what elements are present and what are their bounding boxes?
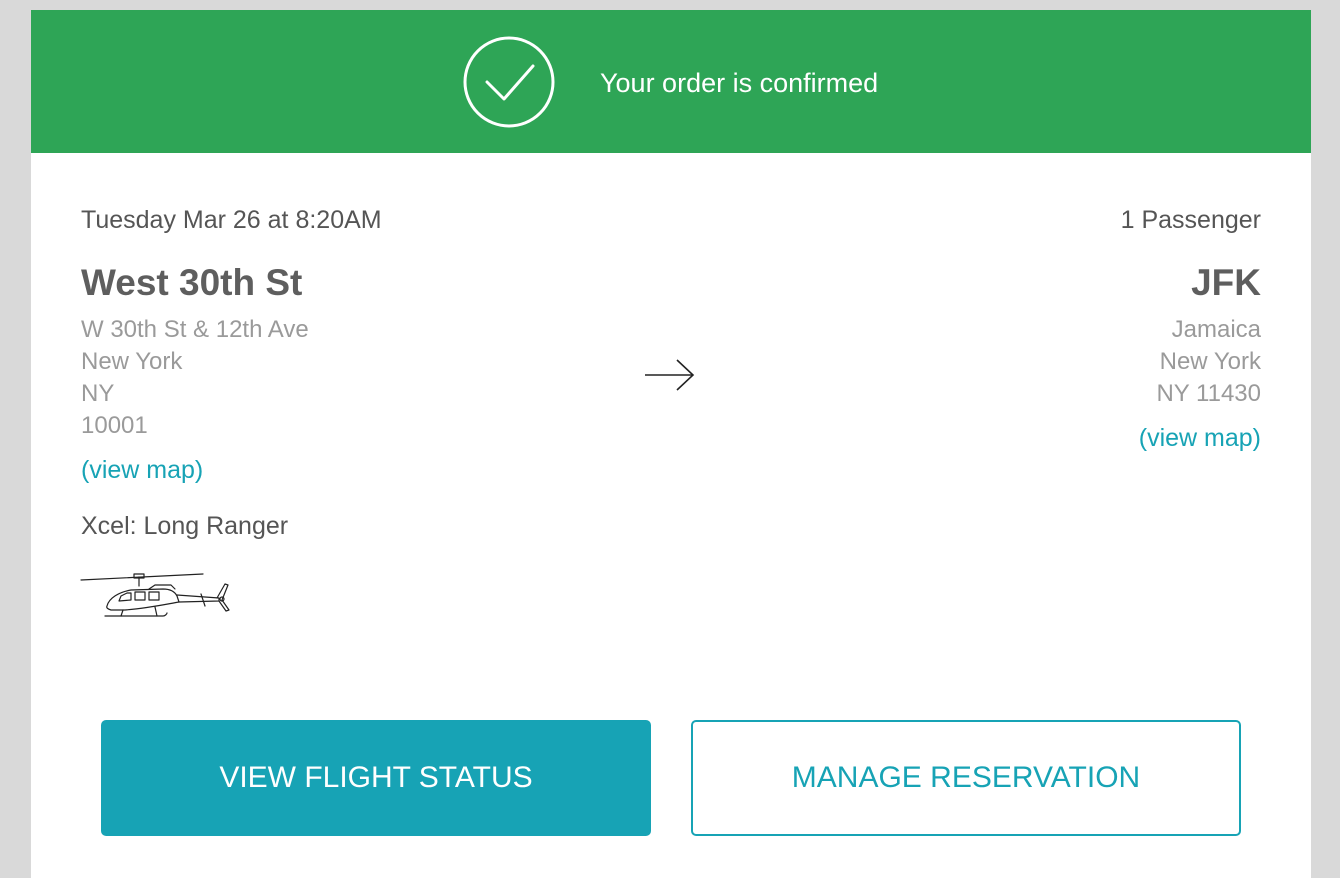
view-flight-status-button[interactable]: VIEW FLIGHT STATUS (101, 720, 651, 836)
destination-address-line: New York (1159, 348, 1261, 375)
right-arrow-icon (645, 359, 695, 391)
passenger-count: 1 Passenger (1120, 206, 1261, 234)
origin-address-line: NY (81, 380, 115, 407)
origin-address-line: 10001 (81, 412, 148, 439)
helicopter-icon (80, 573, 230, 617)
destination-address-line: Jamaica (1171, 316, 1261, 343)
destination-location: JFK Jamaica New York NY 11430 (view map) (841, 260, 1261, 454)
origin-address-line: New York (81, 348, 183, 375)
confirmation-banner: Your order is confirmed (31, 10, 1311, 153)
confirmation-message: Your order is confirmed (600, 68, 879, 98)
aircraft-type: Xcel: Long Ranger (81, 512, 289, 540)
confirmation-card: Your order is confirmed Tuesday Mar 26 a… (31, 10, 1311, 878)
origin-view-map-link[interactable]: (view map) (81, 454, 203, 486)
departure-datetime: Tuesday Mar 26 at 8:20AM (81, 206, 382, 234)
origin-address-line: W 30th St & 12th Ave (81, 316, 309, 343)
origin-name: West 30th St (81, 262, 303, 303)
manage-reservation-button[interactable]: MANAGE RESERVATION (691, 720, 1241, 836)
destination-name: JFK (1191, 262, 1261, 303)
destination-view-map-link[interactable]: (view map) (1139, 422, 1261, 454)
destination-address-line: NY 11430 (1156, 380, 1261, 407)
check-circle-icon (463, 36, 555, 128)
origin-location: West 30th St W 30th St & 12th Ave New Yo… (81, 260, 501, 486)
